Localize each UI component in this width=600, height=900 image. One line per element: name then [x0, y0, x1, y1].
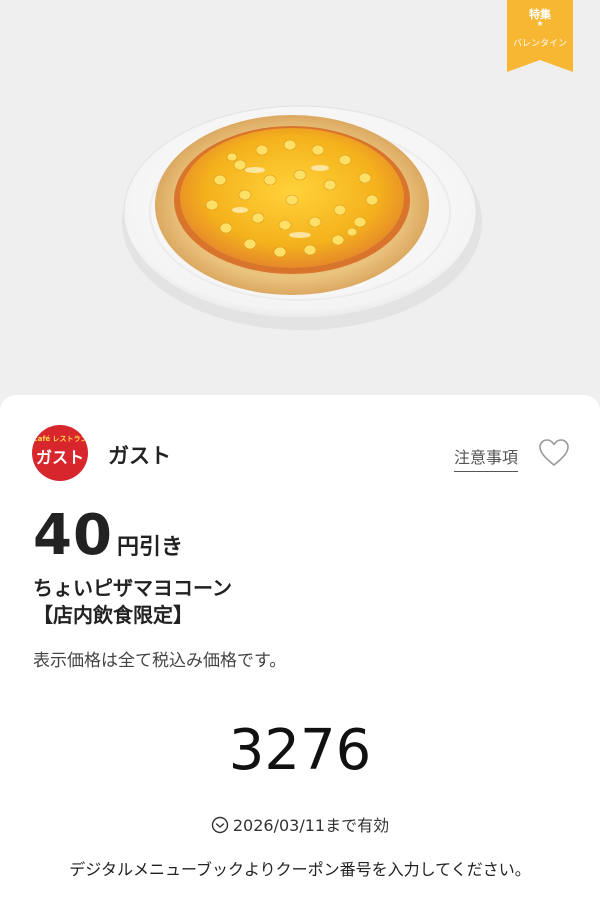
favorite-heart-icon[interactable] [538, 439, 570, 467]
coupon-card: Café レストラン ガスト ガスト 注意事項 40 円引き ちょいピザマヨコーン… [0, 395, 600, 900]
brand-logo-text: ガスト [35, 448, 84, 467]
tax-note: 表示価格は全て税込み価格です。 [33, 651, 287, 671]
product-name: ちょいピザマヨコーン [33, 576, 232, 600]
product-note: 【店内飲食限定】 [33, 603, 193, 627]
instructions-text: デジタルメニューブックよりクーポン番号を入力してください。 [69, 860, 531, 879]
discount: 40 円引き [33, 503, 183, 568]
brand-logo: Café レストラン ガスト [32, 425, 88, 481]
coupon-code: 3276 [228, 718, 372, 783]
feature-ribbon: 特集 ★ バレンタイン [507, 0, 573, 72]
ribbon-sublabel: バレンタイン [512, 39, 567, 49]
brand-logo-subtext: Café レストラン [32, 435, 88, 443]
discount-value: 40 [33, 503, 113, 568]
brand-name: ガスト [108, 444, 171, 468]
clock-icon [211, 816, 229, 834]
star-icon: ★ [536, 19, 544, 28]
product-title: ちょいピザマヨコーン 【店内飲食限定】 [33, 575, 232, 629]
validity-text: 2026/03/11まで有効 [232, 816, 390, 835]
notes-link[interactable]: 注意事項 [454, 444, 519, 472]
validity-row: 2026/03/11まで有効 [0, 812, 600, 836]
discount-unit: 円引き [116, 535, 183, 560]
